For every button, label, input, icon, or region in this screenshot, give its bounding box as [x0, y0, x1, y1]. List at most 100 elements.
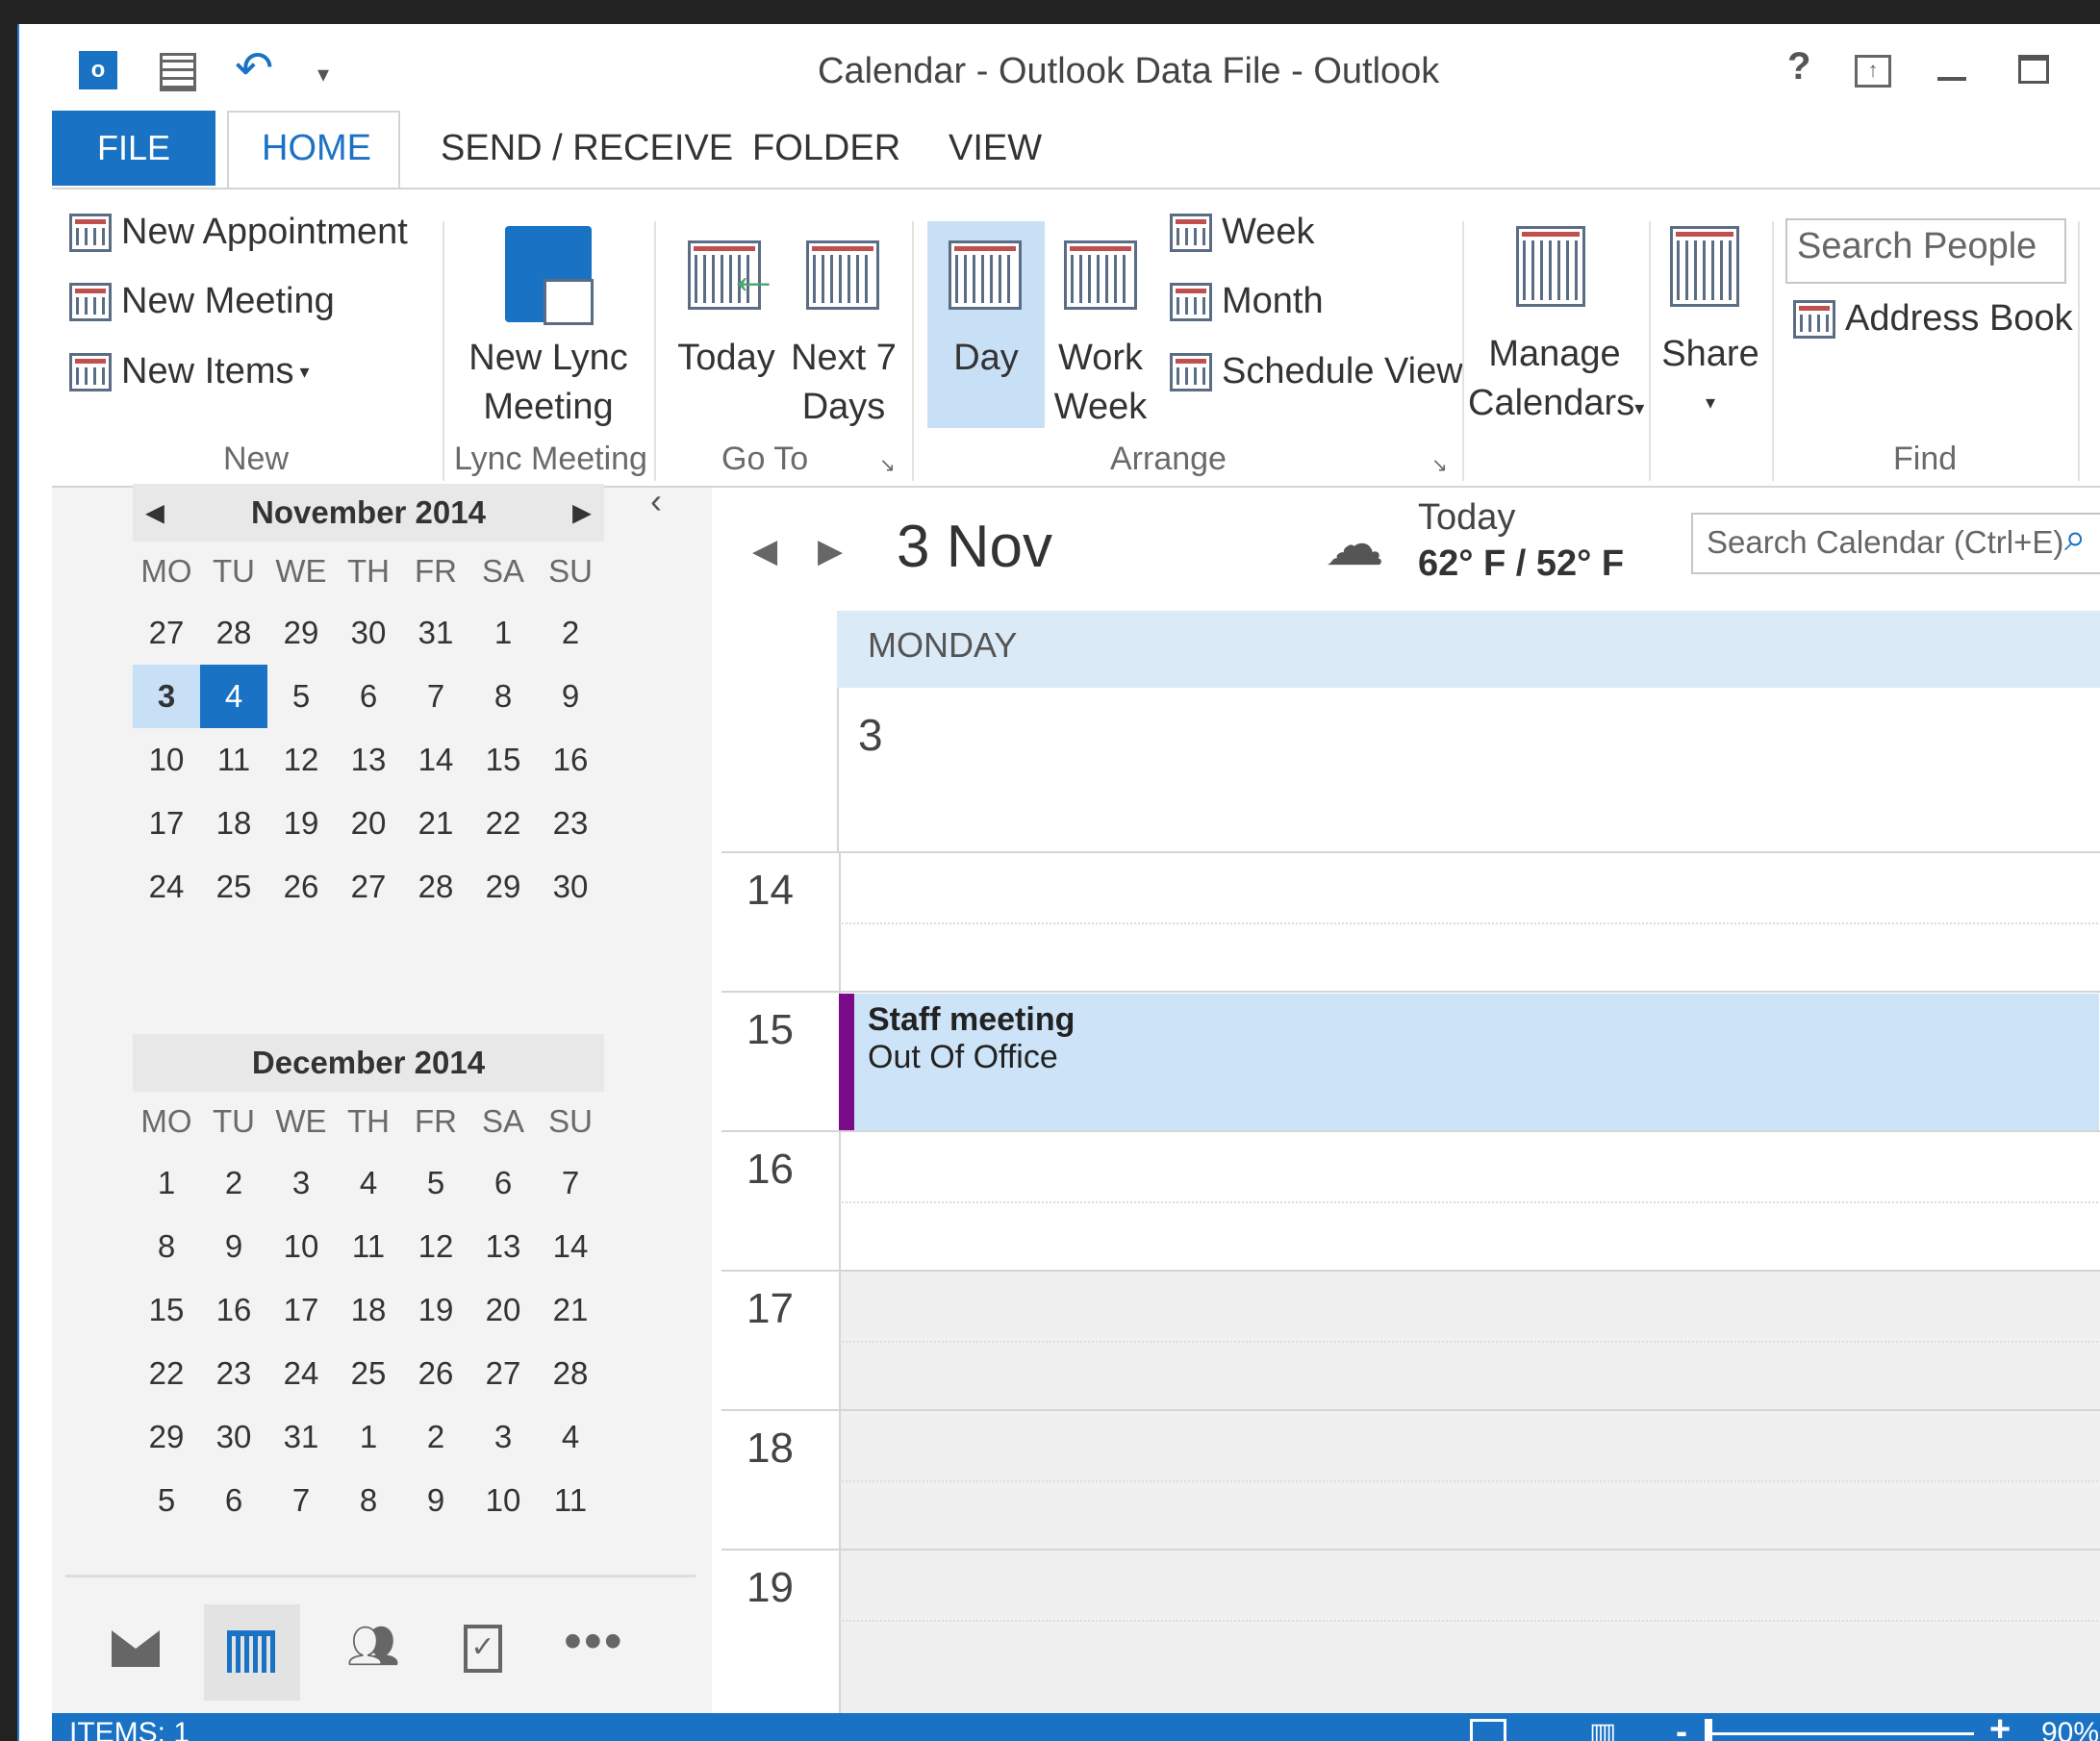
day-cell[interactable]: 17	[133, 792, 200, 855]
day-cell[interactable]: 22	[133, 1342, 200, 1405]
day-cell[interactable]: 10	[133, 728, 200, 792]
day-cell[interactable]: 2	[537, 601, 604, 665]
day-cell[interactable]: 5	[402, 1151, 469, 1215]
day-cell[interactable]: 20	[469, 1278, 537, 1342]
day-cell[interactable]: 1	[335, 1405, 402, 1469]
next-day-icon[interactable]: ▶	[818, 532, 843, 570]
time-slot[interactable]	[839, 1551, 2100, 1713]
day-cell[interactable]: 30	[200, 1405, 267, 1469]
manage-calendars-button[interactable]: Manage Calendars▾	[1468, 330, 1644, 434]
search-people-input[interactable]: Search People	[1785, 218, 2066, 284]
day-cell[interactable]: 28	[402, 855, 469, 919]
share-button[interactable]: Share ▾	[1655, 330, 1766, 428]
day-cell[interactable]: 29	[133, 1405, 200, 1469]
zoom-out-icon[interactable]: -	[1676, 1711, 1687, 1741]
new-meeting-button[interactable]: New Meeting	[69, 281, 335, 322]
month-button[interactable]: Month	[1170, 281, 1324, 322]
day-cell[interactable]: 30	[537, 855, 604, 919]
day-cell[interactable]: 15	[133, 1278, 200, 1342]
day-cell[interactable]: 2	[402, 1405, 469, 1469]
zoom-slider-handle[interactable]	[1705, 1719, 1712, 1741]
appointment[interactable]: Staff meeting Out Of Office	[839, 994, 2099, 1130]
quick-access-dropdown-icon[interactable]: ▾	[317, 61, 329, 88]
day-cell[interactable]: 10	[267, 1215, 335, 1278]
work-week-button[interactable]: Work Week	[1045, 334, 1156, 432]
day-cell[interactable]: 12	[267, 728, 335, 792]
ribbon-display-icon[interactable]: ↑	[1855, 55, 1891, 88]
day-cell[interactable]: 7	[402, 665, 469, 728]
schedule-view-button[interactable]: Schedule View	[1170, 351, 1463, 392]
zoom-in-icon[interactable]: +	[1989, 1709, 2011, 1741]
normal-view-icon[interactable]	[1470, 1719, 1506, 1741]
day-cell[interactable]: 8	[335, 1469, 402, 1532]
day-cell[interactable]: 14	[537, 1215, 604, 1278]
day-cell[interactable]: 13	[469, 1215, 537, 1278]
day-cell[interactable]: 1	[133, 1151, 200, 1215]
zoom-slider[interactable]	[1705, 1732, 1974, 1735]
day-cell[interactable]: 28	[200, 601, 267, 665]
prev-month-icon[interactable]: ◀	[146, 499, 164, 527]
day-cell[interactable]: 24	[267, 1342, 335, 1405]
save-icon[interactable]	[160, 53, 196, 91]
undo-icon[interactable]: ↶	[235, 41, 273, 95]
day-cell[interactable]: 4	[537, 1405, 604, 1469]
day-cell[interactable]: 6	[469, 1151, 537, 1215]
day-cell[interactable]: 26	[402, 1342, 469, 1405]
people-icon[interactable]: 👥︎	[346, 1621, 400, 1671]
day-cell[interactable]: 20	[335, 792, 402, 855]
day-cell[interactable]: 10	[469, 1469, 537, 1532]
new-lync-meeting-button[interactable]: New Lync Meeting	[457, 334, 640, 432]
day-cell-today[interactable]: 4	[200, 665, 267, 728]
day-cell[interactable]: 23	[200, 1342, 267, 1405]
day-cell[interactable]: 11	[200, 728, 267, 792]
day-cell[interactable]: 14	[402, 728, 469, 792]
day-cell[interactable]: 3	[267, 1151, 335, 1215]
day-cell[interactable]: 15	[469, 728, 537, 792]
help-icon[interactable]: ?	[1787, 45, 1810, 88]
tab-file[interactable]: FILE	[52, 111, 215, 186]
day-cell[interactable]: 27	[335, 855, 402, 919]
tab-folder[interactable]: FOLDER	[752, 128, 900, 169]
day-cell[interactable]: 17	[267, 1278, 335, 1342]
day-cell[interactable]: 9	[200, 1215, 267, 1278]
day-cell[interactable]: 9	[537, 665, 604, 728]
day-cell[interactable]: 24	[133, 855, 200, 919]
day-cell[interactable]: 16	[200, 1278, 267, 1342]
day-cell-selected[interactable]: 3	[133, 665, 200, 728]
tab-view[interactable]: VIEW	[949, 128, 1042, 169]
more-icon[interactable]: •••	[564, 1611, 624, 1671]
day-cell[interactable]: 8	[469, 665, 537, 728]
today-button[interactable]: Today	[669, 334, 784, 383]
day-cell[interactable]: 11	[537, 1469, 604, 1532]
all-day-area[interactable]	[837, 688, 2100, 851]
goto-launcher-icon[interactable]: ↘	[879, 453, 896, 477]
day-cell[interactable]: 19	[267, 792, 335, 855]
day-cell[interactable]: 19	[402, 1278, 469, 1342]
day-cell[interactable]: 5	[133, 1469, 200, 1532]
minimize-icon[interactable]	[1937, 77, 1966, 81]
address-book-button[interactable]: Address Book	[1793, 298, 2073, 340]
day-cell[interactable]: 31	[402, 601, 469, 665]
day-cell[interactable]: 31	[267, 1405, 335, 1469]
day-cell[interactable]: 3	[469, 1405, 537, 1469]
day-cell[interactable]: 6	[335, 665, 402, 728]
tasks-icon[interactable]: ✓	[464, 1625, 502, 1673]
arrange-launcher-icon[interactable]: ↘	[1431, 453, 1448, 477]
day-cell[interactable]: 22	[469, 792, 537, 855]
day-cell[interactable]: 21	[402, 792, 469, 855]
search-icon[interactable]: ⌕	[2064, 517, 2086, 560]
day-cell[interactable]: 1	[469, 601, 537, 665]
day-cell[interactable]: 27	[133, 601, 200, 665]
search-calendar-input[interactable]: Search Calendar (Ctrl+E)	[1691, 513, 2100, 574]
day-cell[interactable]: 29	[469, 855, 537, 919]
day-cell[interactable]: 29	[267, 601, 335, 665]
day-cell[interactable]: 21	[537, 1278, 604, 1342]
next-7-days-button[interactable]: Next 7 Days	[785, 334, 902, 432]
day-cell[interactable]: 4	[335, 1151, 402, 1215]
day-cell[interactable]: 25	[335, 1342, 402, 1405]
day-cell[interactable]: 13	[335, 728, 402, 792]
day-cell[interactable]: 16	[537, 728, 604, 792]
day-cell[interactable]: 7	[267, 1469, 335, 1532]
day-cell[interactable]: 26	[267, 855, 335, 919]
new-appointment-button[interactable]: New Appointment	[69, 212, 408, 253]
